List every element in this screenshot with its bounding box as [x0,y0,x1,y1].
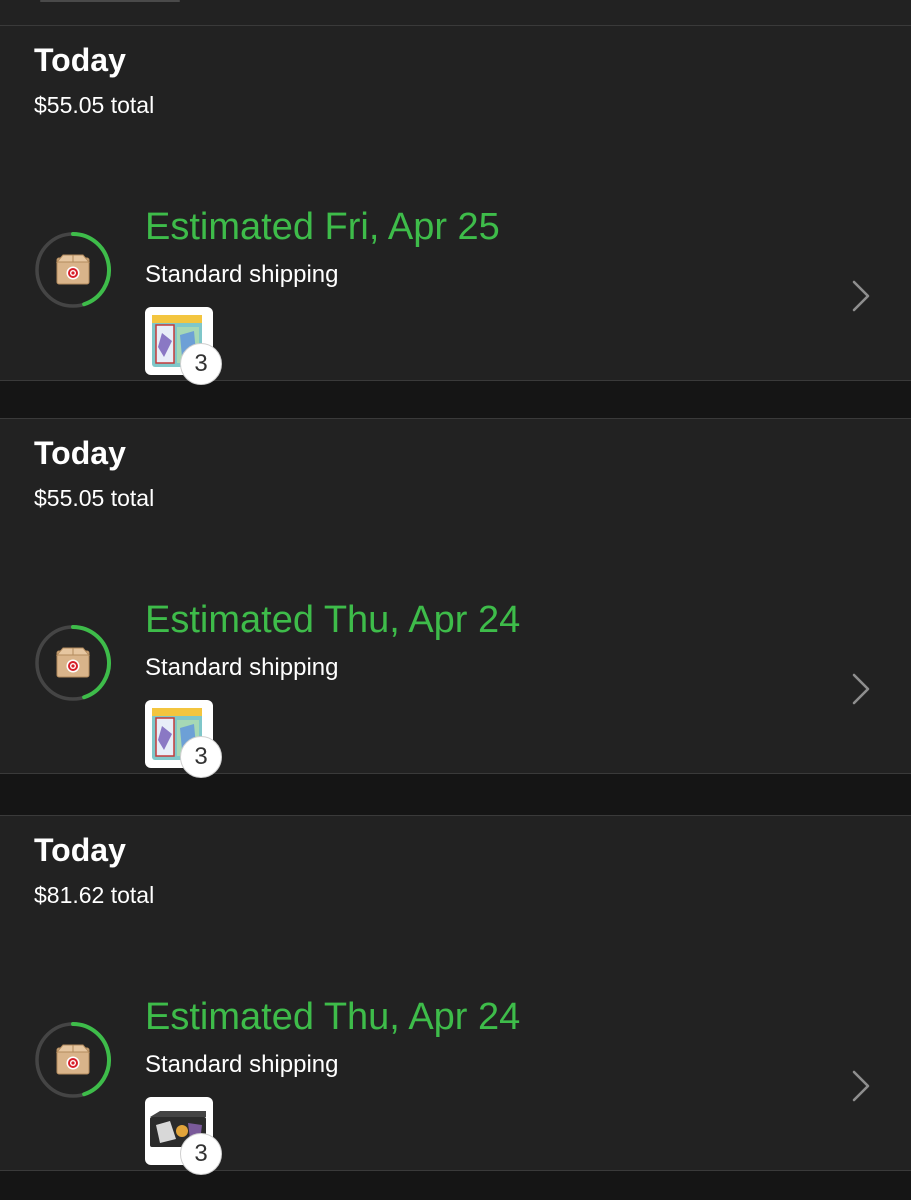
shipping-method: Standard shipping [145,654,339,681]
delivery-progress-ring [35,232,111,308]
estimated-delivery: Estimated Thu, Apr 24 [145,599,521,641]
package-box-icon [55,1044,91,1075]
order-date: Today [34,42,126,78]
order-total: $55.05 total [34,485,155,511]
top-toolbar [0,0,911,26]
shipment-row[interactable]: Estimated Fri, Apr 25 Standard shipping … [0,166,911,385]
shipping-method: Standard shipping [145,261,339,288]
order-total: $81.62 total [34,882,155,908]
shipping-method: Standard shipping [145,1051,339,1078]
delivery-progress-ring [35,1022,111,1098]
estimated-delivery: Estimated Fri, Apr 25 [145,206,500,248]
chevron-right-icon[interactable] [846,276,874,316]
order-card: Today $55.05 total Estimated Fri, Apr 25… [0,25,911,385]
item-count-badge: 3 [180,1133,222,1175]
shipment-row[interactable]: Estimated Thu, Apr 24 Standard shipping … [0,956,911,1175]
shipment-row[interactable]: Estimated Thu, Apr 24 Standard shipping … [0,559,911,778]
estimated-delivery: Estimated Thu, Apr 24 [145,996,521,1038]
delivery-progress-ring [35,625,111,701]
chevron-right-icon[interactable] [846,669,874,709]
package-box-icon [55,647,91,678]
item-count-badge: 3 [180,343,222,385]
chevron-right-icon[interactable] [846,1066,874,1106]
toolbar-edge [40,0,180,2]
order-card: Today $55.05 total Estimated Thu, Apr 24… [0,418,911,778]
order-total: $55.05 total [34,92,155,118]
order-card: Today $81.62 total Estimated Thu, Apr 24… [0,815,911,1175]
package-box-icon [55,254,91,285]
item-count-badge: 3 [180,736,222,778]
order-date: Today [34,435,126,471]
order-date: Today [34,832,126,868]
